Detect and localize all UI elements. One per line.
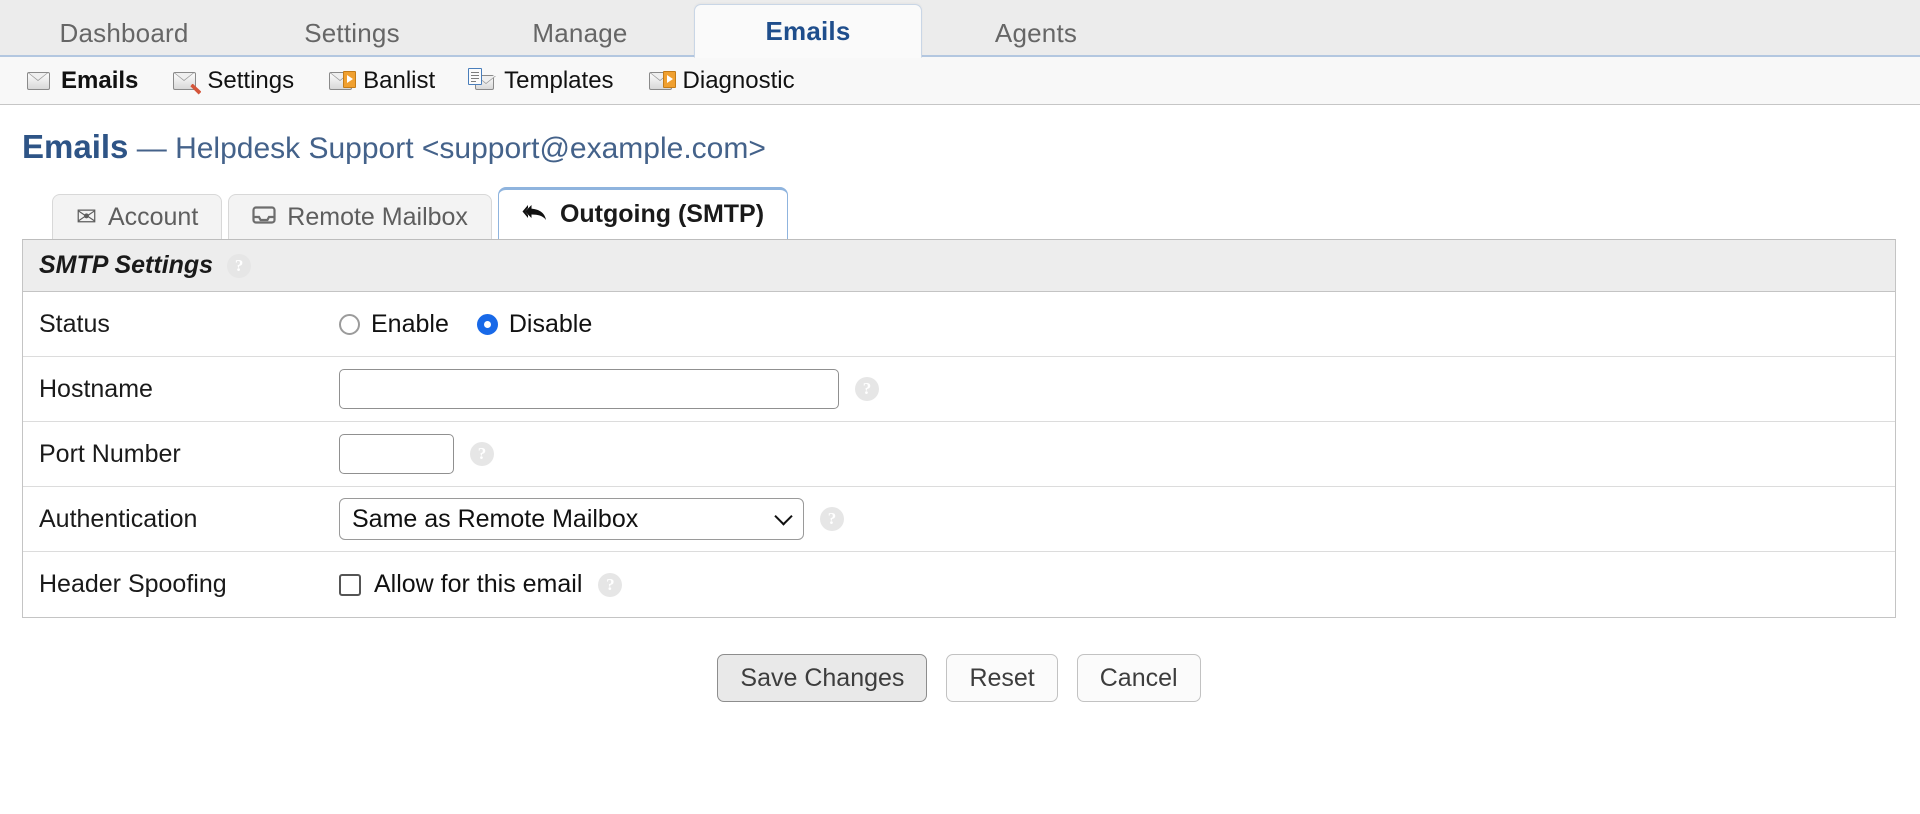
subnav-item-settings[interactable]: Settings [172,67,294,95]
row-authentication: Authentication Same as Remote Mailbox ? [23,487,1895,552]
reply-all-icon [522,202,549,228]
hostname-input[interactable] [339,369,839,409]
subnav-item-templates[interactable]: Templates [468,66,614,95]
primary-tab-bar: Dashboard Settings Manage Emails Agents [0,0,1920,58]
subtab-outgoing-smtp[interactable]: Outgoing (SMTP) [497,187,789,239]
port-number-input[interactable] [339,434,454,474]
page-title-main: Emails [22,128,129,165]
tab-dashboard[interactable]: Dashboard [10,11,238,56]
subnav-label-emails: Emails [61,66,139,94]
subtab-label-remote-mailbox: Remote Mailbox [287,202,468,231]
radio-label-disable: Disable [508,309,593,338]
smtp-settings-panel: SMTP Settings ? Status Enable Disable Ho… [22,239,1896,618]
row-hostname: Hostname ? [23,357,1895,422]
page-title-separator: — [128,132,176,165]
envelope-icon [26,70,52,92]
cancel-button[interactable]: Cancel [1076,654,1201,702]
label-authentication: Authentication [39,504,198,533]
radio-option-enable[interactable]: Enable [339,310,449,339]
subnav-label-settings: Settings [207,66,295,94]
row-status: Status Enable Disable [23,292,1895,357]
subnav-item-emails[interactable]: Emails [26,67,138,95]
envelope-arrow-icon [648,70,676,92]
subnav-label-templates: Templates [504,66,614,94]
secondary-nav-bar: Emails Settings Banlist Templates Diagno… [0,57,1920,105]
status-radio-group: Enable Disable [339,310,592,339]
header-spoofing-checkbox-row[interactable]: Allow for this email [339,570,582,599]
subnav-item-diagnostic[interactable]: Diagnostic [648,67,795,95]
radio-option-disable[interactable]: Disable [476,309,593,339]
help-icon[interactable]: ? [598,572,623,597]
subtab-account[interactable]: ✉ Account [52,194,223,239]
form-actions: Save Changes Reset Cancel [0,654,1920,702]
envelope-arrow-icon [328,70,357,92]
help-icon[interactable]: ? [855,377,879,401]
subnav-item-banlist[interactable]: Banlist [328,67,435,95]
radio-enable[interactable] [339,313,360,335]
page-title: Emails — Helpdesk Support <support@examp… [0,105,1920,166]
help-icon[interactable]: ? [227,253,252,278]
tab-agents[interactable]: Agents [922,11,1150,56]
label-hostname: Hostname [39,374,153,403]
label-port-number: Port Number [39,439,181,468]
tab-manage[interactable]: Manage [466,11,694,56]
label-status: Status [39,309,110,338]
row-header-spoofing: Header Spoofing Allow for this email ? [23,552,1895,617]
tab-settings[interactable]: Settings [238,11,466,56]
inbox-icon [252,205,276,230]
subnav-label-banlist: Banlist [363,66,436,94]
save-changes-button[interactable]: Save Changes [717,654,928,702]
page-title-subtitle: Helpdesk Support <support@example.com> [175,132,766,165]
envelope-icon: ✉ [76,202,97,231]
header-spoofing-checkbox[interactable] [339,573,361,596]
subtab-label-account: Account [107,202,199,231]
authentication-select-wrap: Same as Remote Mailbox [339,498,804,540]
subnav-label-diagnostic: Diagnostic [682,66,795,94]
reset-button[interactable]: Reset [946,654,1058,702]
subtab-remote-mailbox[interactable]: Remote Mailbox [228,194,492,239]
subtab-label-outgoing-smtp: Outgoing (SMTP) [559,200,765,228]
row-port-number: Port Number ? [23,422,1895,487]
panel-title: SMTP Settings [39,251,214,279]
envelope-wrench-icon [172,70,202,95]
label-header-spoofing: Header Spoofing [39,570,227,598]
tab-emails[interactable]: Emails [694,4,922,58]
help-icon[interactable]: ? [470,442,494,466]
help-icon[interactable]: ? [820,507,844,531]
authentication-select[interactable]: Same as Remote Mailbox [339,498,804,540]
envelope-document-icon [468,67,497,92]
header-spoofing-checkbox-label: Allow for this email [374,570,583,598]
radio-disable[interactable] [476,313,498,335]
radio-label-enable: Enable [371,309,449,338]
settings-tab-strip: ✉ Account Remote Mailbox Outgoing (SMTP) [0,187,1920,239]
panel-header: SMTP Settings ? [23,240,1895,292]
